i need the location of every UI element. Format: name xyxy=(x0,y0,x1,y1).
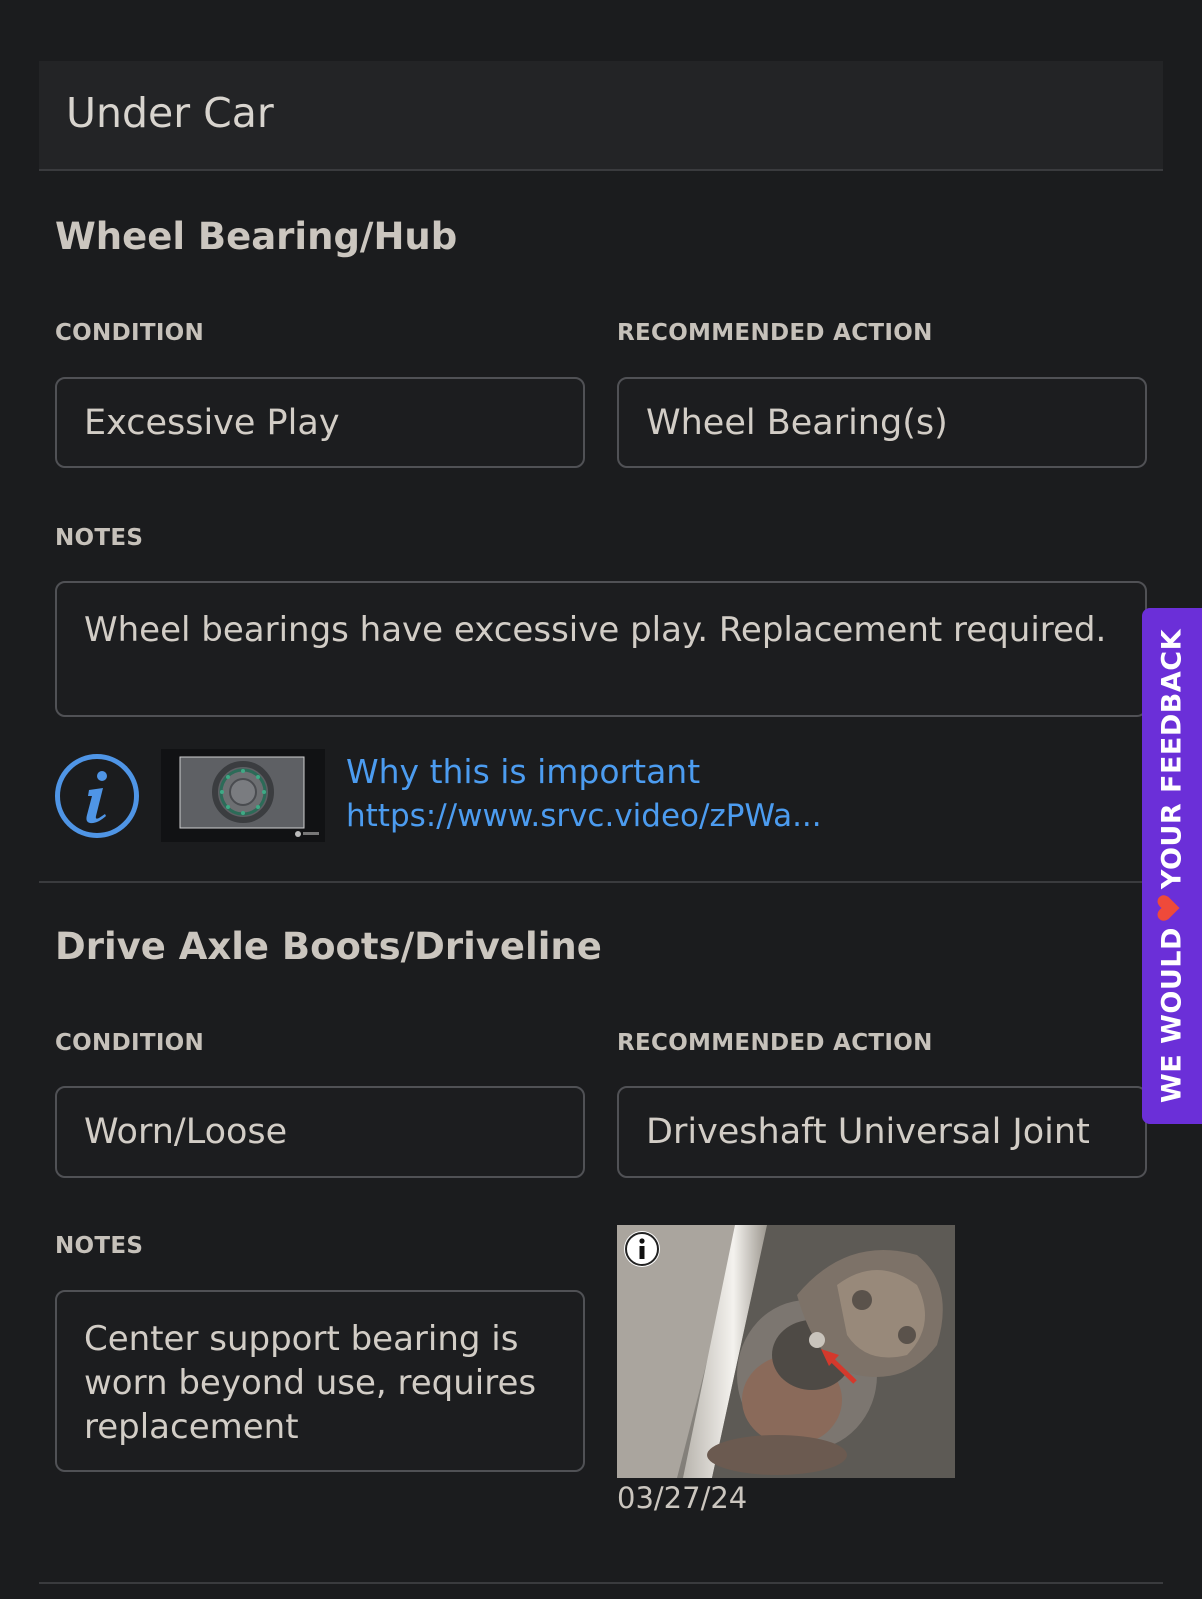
notes-value: Center support bearing is worn beyond us… xyxy=(84,1319,537,1447)
recommended-action-label: RECOMMENDED ACTION xyxy=(617,320,933,346)
heart-icon xyxy=(1157,895,1188,921)
why-important-link[interactable]: Why this is important xyxy=(346,752,700,791)
condition-label: CONDITION xyxy=(55,320,205,346)
feedback-tab-label: WE WOULD YOUR FEEDBACK xyxy=(1157,629,1188,1103)
recommended-action-field[interactable]: Driveshaft Universal Joint xyxy=(617,1086,1147,1178)
notes-value: Wheel bearings have excessive play. Repl… xyxy=(84,610,1107,650)
recommended-action-value: Wheel Bearing(s) xyxy=(646,402,948,443)
feedback-text-before: WE WOULD xyxy=(1156,927,1188,1104)
condition-value: Excessive Play xyxy=(84,402,340,443)
item-divider xyxy=(39,1582,1163,1584)
video-thumbnail[interactable] xyxy=(161,749,325,842)
photo-date: 03/27/24 xyxy=(617,1481,748,1515)
video-url-link[interactable]: https://www.srvc.video/zPWa... xyxy=(346,798,822,834)
recommended-action-value: Driveshaft Universal Joint xyxy=(646,1112,1090,1152)
notes-label: NOTES xyxy=(55,1233,144,1259)
item-divider xyxy=(39,881,1163,883)
notes-field[interactable]: Center support bearing is worn beyond us… xyxy=(55,1290,585,1472)
condition-value: Worn/Loose xyxy=(84,1112,288,1152)
recommended-action-label: RECOMMENDED ACTION xyxy=(617,1030,933,1056)
inspection-photo[interactable] xyxy=(617,1225,955,1478)
feedback-text-after: YOUR FEEDBACK xyxy=(1156,628,1188,890)
item-title-wheel-bearing: Wheel Bearing/Hub xyxy=(55,215,458,258)
condition-field[interactable]: Excessive Play xyxy=(55,377,585,468)
section-title: Under Car xyxy=(66,89,274,137)
section-header: Under Car xyxy=(39,61,1163,171)
condition-label: CONDITION xyxy=(55,1030,205,1056)
info-icon[interactable] xyxy=(55,754,139,838)
item-title-drive-axle: Drive Axle Boots/Driveline xyxy=(55,925,602,968)
notes-field[interactable]: Wheel bearings have excessive play. Repl… xyxy=(55,581,1147,717)
photo-info-icon[interactable] xyxy=(624,1231,660,1267)
condition-field[interactable]: Worn/Loose xyxy=(55,1086,585,1178)
notes-label: NOTES xyxy=(55,525,144,551)
feedback-tab[interactable]: WE WOULD YOUR FEEDBACK xyxy=(1142,608,1202,1124)
recommended-action-field[interactable]: Wheel Bearing(s) xyxy=(617,377,1147,468)
